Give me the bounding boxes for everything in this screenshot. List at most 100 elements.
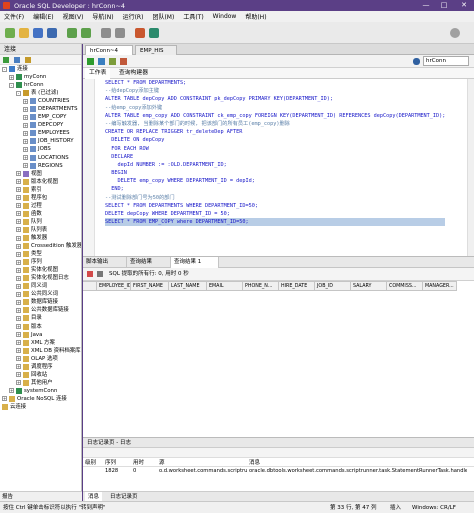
tree-item[interactable]: + 序列 (0, 258, 81, 266)
add-connection-icon[interactable] (3, 57, 9, 63)
menu-navigate[interactable]: 导航(N) (92, 12, 113, 21)
tree-item[interactable]: + REGIONS (0, 162, 81, 170)
tree-item[interactable]: + Crossedition 触发器 (0, 242, 81, 250)
tree-item[interactable]: + OLAP 选项 (0, 355, 81, 363)
expand-icon[interactable]: + (2, 396, 7, 402)
collapse-icon[interactable]: - (16, 90, 21, 96)
expand-icon[interactable]: + (16, 227, 21, 233)
expand-icon[interactable]: + (16, 356, 21, 362)
expand-icon[interactable]: + (23, 114, 28, 120)
tree-item[interactable]: + 过程 (0, 202, 81, 210)
tree-item[interactable]: + 数据库链接 (0, 298, 81, 306)
expand-icon[interactable]: + (16, 275, 21, 281)
expand-icon[interactable]: + (23, 163, 28, 169)
grid-column-header[interactable]: COMMISS... (387, 281, 423, 291)
tree-item[interactable]: + COUNTRIES (0, 97, 81, 105)
tree-item[interactable]: - 表 (已过滤) (0, 89, 81, 97)
grid-column-header[interactable]: PHONE_N... (243, 281, 279, 291)
tree-item[interactable]: - hrConn (0, 81, 81, 89)
sql-icon[interactable] (135, 28, 145, 38)
tree-item[interactable]: - 连接 (0, 65, 81, 73)
search-icon[interactable] (450, 28, 460, 38)
commit-icon[interactable] (109, 58, 116, 65)
tree-item[interactable]: + 公共数据库链接 (0, 306, 81, 314)
expand-icon[interactable]: + (23, 98, 28, 104)
tree-item[interactable]: + 函数 (0, 210, 81, 218)
grid-column-header[interactable]: EMAIL (207, 281, 243, 291)
tree-item[interactable]: + 实体化视图日志 (0, 274, 81, 282)
grid-column-header[interactable]: LAST_NAME (169, 281, 207, 291)
result-grid[interactable]: EMPLOYEE_ID FIRST_NAME LAST_NAME EMAIL PHONE… (83, 281, 474, 421)
menu-help[interactable]: 帮助(H) (245, 12, 266, 21)
run-statement-icon[interactable] (87, 58, 94, 65)
tree-item[interactable]: + 触发器 (0, 234, 81, 242)
menu-tools[interactable]: 工具(T) (183, 12, 203, 21)
expand-icon[interactable]: + (16, 259, 21, 265)
expand-icon[interactable]: + (16, 179, 21, 185)
expand-icon[interactable]: + (16, 283, 21, 289)
new-icon[interactable] (5, 28, 15, 38)
log-col-message[interactable]: 消息 (247, 458, 467, 466)
open-icon[interactable] (19, 28, 29, 38)
expand-icon[interactable]: + (16, 348, 21, 354)
expand-icon[interactable]: + (9, 388, 14, 394)
expand-icon[interactable]: + (16, 332, 21, 338)
tree-item[interactable]: + 队列表 (0, 226, 81, 234)
expand-icon[interactable]: + (16, 324, 21, 330)
grid-column-header[interactable]: SALARY (351, 281, 387, 291)
tree-item[interactable]: + EMP_COPY (0, 113, 81, 121)
reports-panel-tab[interactable]: 报告 (0, 491, 82, 501)
expand-icon[interactable]: + (16, 187, 21, 193)
tree-item[interactable]: + 版本 (0, 323, 81, 331)
debug-icon[interactable] (149, 28, 159, 38)
tree-item[interactable]: + systemConn (0, 387, 81, 395)
tree-item[interactable]: + 实体化视图 (0, 266, 81, 274)
tree-item[interactable]: + 其他用户 (0, 379, 81, 387)
menu-view[interactable]: 视图(V) (63, 12, 84, 21)
editor-scrollbar[interactable] (467, 79, 474, 256)
close-button[interactable]: ✕ (456, 0, 472, 11)
tree-item[interactable]: + 回收站 (0, 371, 81, 379)
menu-team[interactable]: 团队(M) (152, 12, 174, 21)
menu-file[interactable]: 文件(F) (4, 12, 24, 21)
expand-icon[interactable]: + (16, 211, 21, 217)
grid-column-header[interactable]: HIRE_DATE (279, 281, 315, 291)
log-col-seq[interactable]: 序列 (103, 458, 131, 466)
menu-edit[interactable]: 编辑(E) (33, 12, 53, 21)
filter-icon[interactable] (24, 57, 31, 63)
tree-item[interactable]: + 调度程序 (0, 363, 81, 371)
sql-editor[interactable]: SELECT * FROM DEPARTMENTS; --给depCopy添加主键… (83, 79, 474, 257)
tree-item[interactable]: + DEPARTMENTS (0, 105, 81, 113)
tree-item[interactable]: + 索引 (0, 186, 81, 194)
pin-icon[interactable] (87, 271, 93, 277)
tree-item[interactable]: + 公共同义词 (0, 290, 81, 298)
expand-icon[interactable]: + (9, 74, 14, 80)
refresh-icon[interactable] (13, 57, 20, 63)
tree-item[interactable]: + 类型 (0, 250, 81, 258)
connection-selector[interactable]: hrConn (423, 56, 469, 66)
collapse-icon[interactable]: - (9, 82, 14, 88)
back-icon[interactable] (67, 28, 77, 38)
tree-item[interactable]: + 程序包 (0, 194, 81, 202)
expand-icon[interactable]: + (16, 380, 21, 386)
expand-icon[interactable]: + (23, 146, 28, 152)
tree-item[interactable]: + XML DB 资料档案库 (0, 347, 81, 355)
run-script-icon[interactable] (98, 58, 105, 65)
tree-item[interactable]: + 版本化视图 (0, 178, 81, 186)
expand-icon[interactable]: + (23, 106, 28, 112)
tab-query-builder[interactable]: 查询构建器 (115, 68, 152, 79)
expand-icon[interactable]: + (23, 122, 28, 128)
tree-item[interactable]: + EMPLOYEES (0, 129, 81, 137)
log-col-level[interactable]: 级别 (83, 458, 103, 466)
tree-item[interactable]: + 队列 (0, 218, 81, 226)
expand-icon[interactable]: + (16, 171, 21, 177)
tree-item[interactable]: + 同义词 (0, 282, 81, 290)
expand-icon[interactable]: + (23, 155, 28, 161)
tree-item[interactable]: + LOCATIONS (0, 154, 81, 162)
undo-icon[interactable] (101, 28, 111, 38)
expand-icon[interactable]: + (16, 307, 21, 313)
tab-emp-his[interactable]: EMP_HIS (135, 45, 177, 55)
menu-run[interactable]: 运行(R) (123, 12, 144, 21)
expand-icon[interactable]: + (16, 235, 21, 241)
expand-icon[interactable]: + (16, 195, 21, 201)
